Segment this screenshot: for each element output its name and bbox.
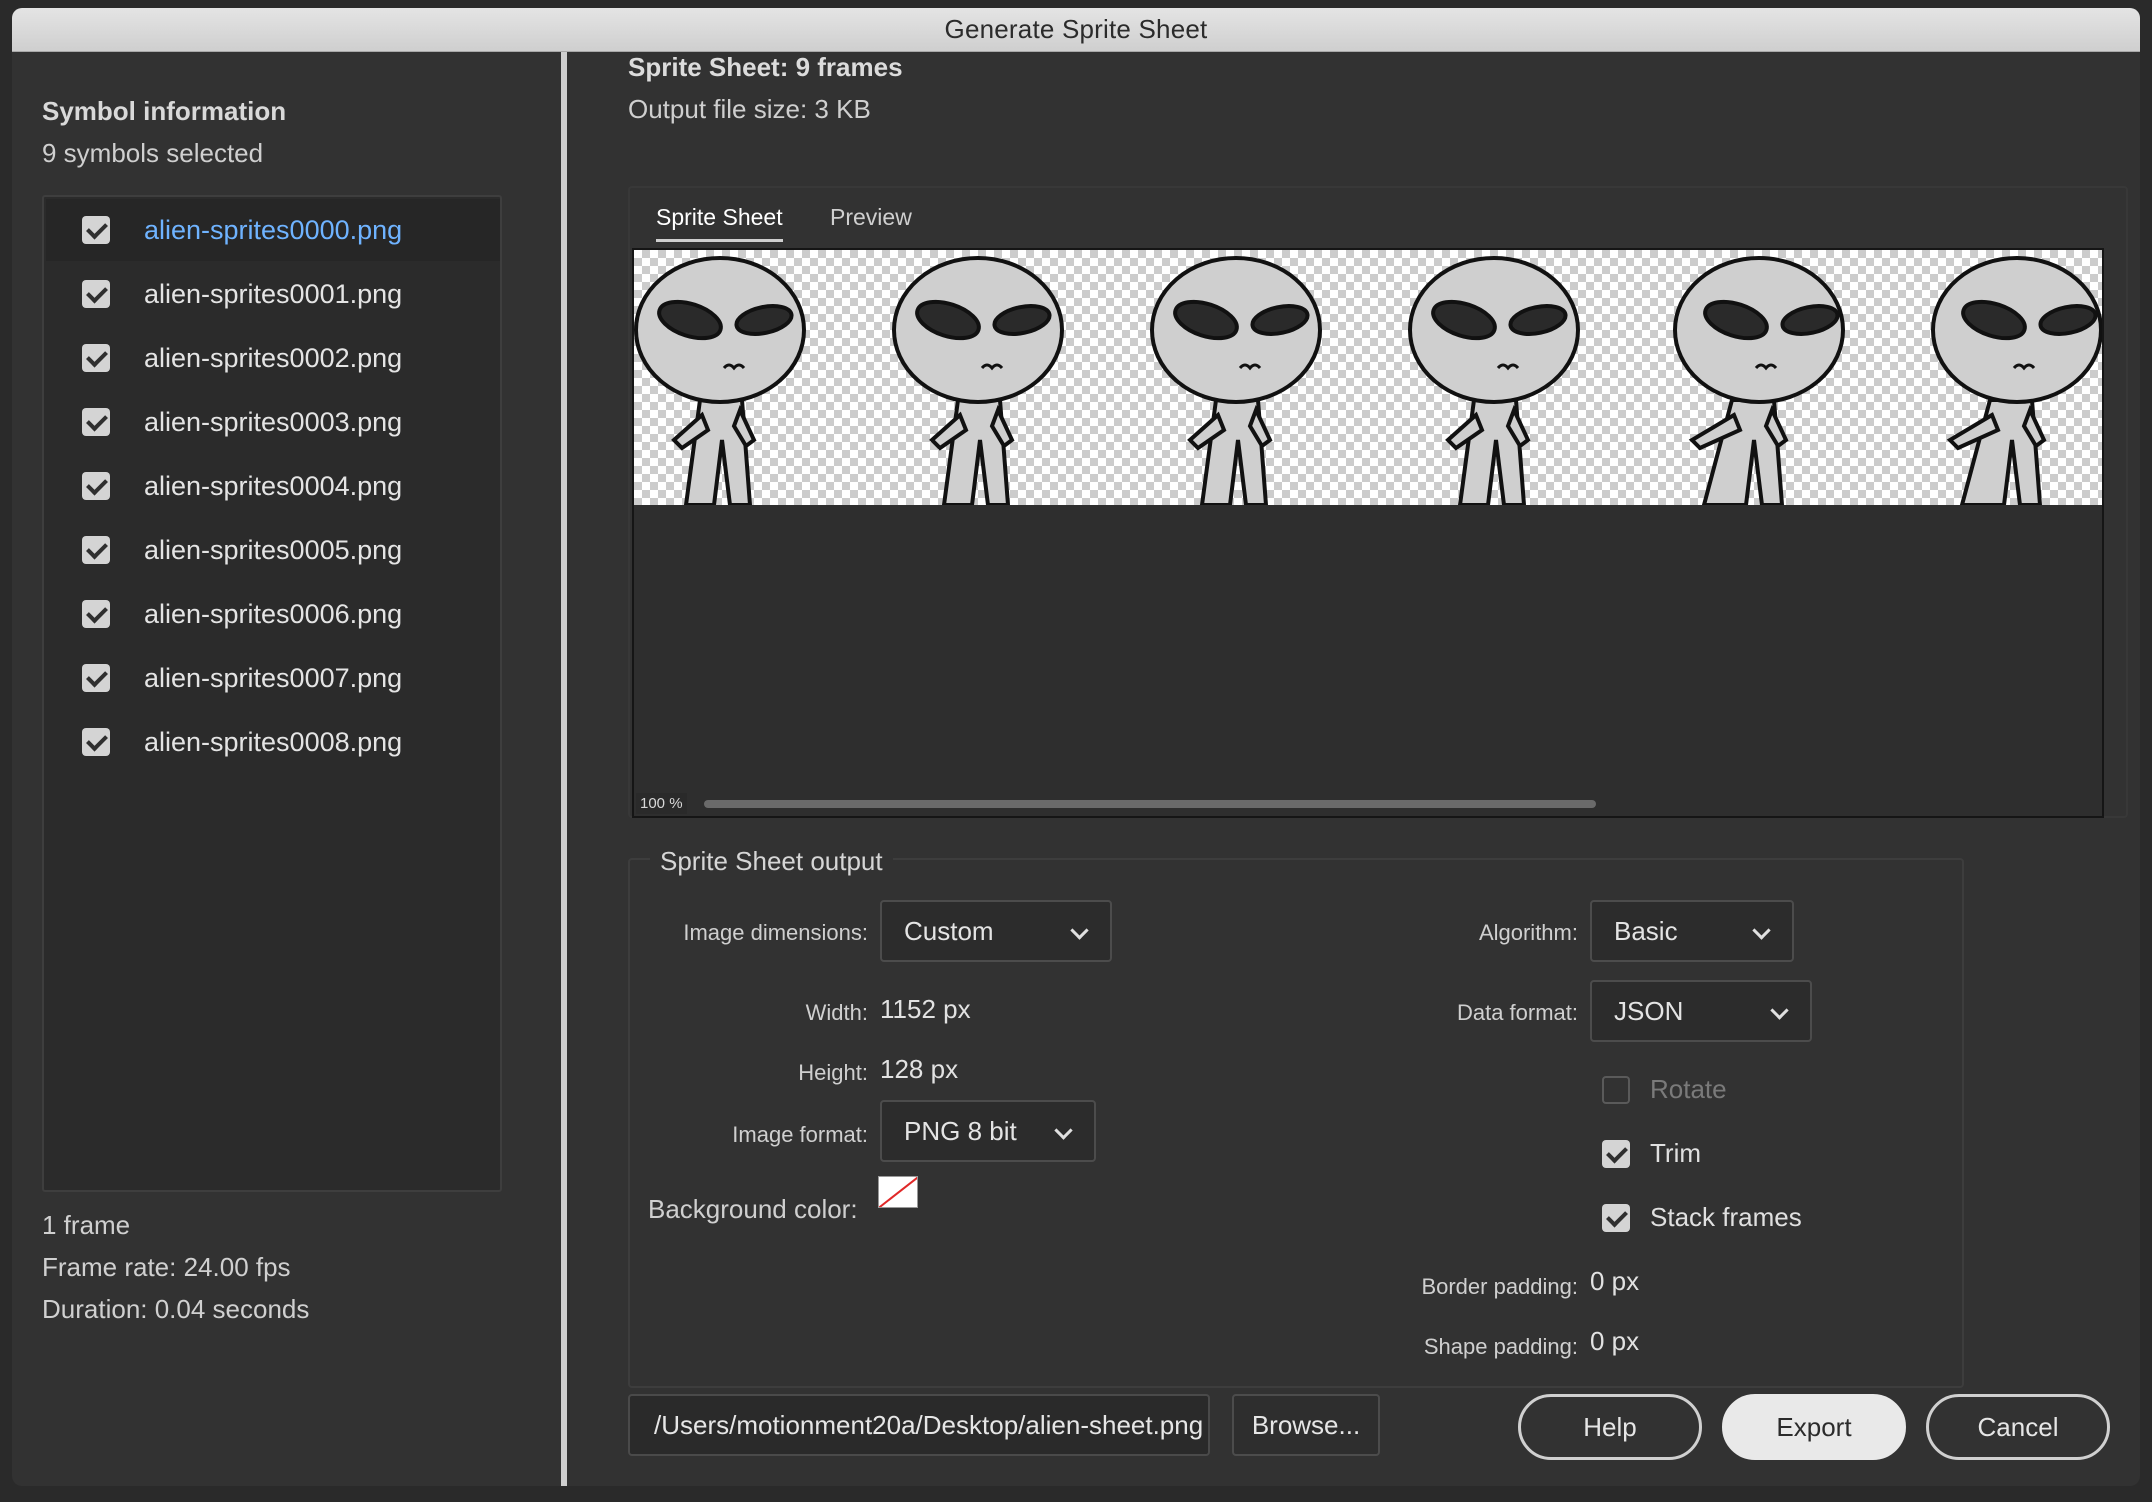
alien-sprite — [1150, 256, 1322, 507]
alien-sprite — [892, 256, 1064, 507]
chevron-down-icon — [1752, 921, 1771, 940]
symbol-filename: alien-sprites0004.png — [144, 470, 403, 501]
shape-padding-label: Shape padding: — [1423, 1334, 1578, 1359]
symbol-list-item[interactable]: alien-sprites0003.png — [46, 391, 500, 453]
symbol-filename: alien-sprites0001.png — [144, 278, 403, 309]
tab-preview[interactable]: Preview — [830, 204, 912, 239]
trim-option[interactable]: Trim — [1602, 1138, 1701, 1169]
height-label: Height: — [798, 1060, 868, 1085]
alien-sprite — [1931, 256, 2102, 507]
horizontal-scrollbar[interactable] — [704, 800, 1596, 808]
image-dimensions-value: Custom — [904, 915, 994, 946]
symbol-checkbox[interactable] — [82, 472, 110, 500]
panel-splitter[interactable] — [561, 52, 567, 1486]
trim-checkbox[interactable] — [1602, 1139, 1630, 1168]
width-label: Width: — [805, 1000, 868, 1025]
symbol-list-item[interactable]: alien-sprites0007.png — [46, 647, 500, 709]
symbol-filename: alien-sprites0000.png — [144, 214, 403, 245]
symbol-checkbox[interactable] — [82, 664, 110, 692]
alien-sprite — [634, 256, 806, 507]
symbol-checkbox[interactable] — [82, 600, 110, 628]
symbol-list-item[interactable]: alien-sprites0006.png — [46, 583, 500, 645]
frame-rate: Frame rate: 24.00 fps — [42, 1252, 291, 1282]
alien-sprite — [1673, 256, 1845, 507]
output-path-text: /Users/motionment20a/Desktop/alien-sheet… — [654, 1409, 1204, 1440]
dialog-window: Generate Sprite Sheet Symbol information… — [12, 8, 2140, 1486]
background-color-label: Background color: — [648, 1194, 858, 1224]
symbol-list-item[interactable]: alien-sprites0000.png — [46, 199, 500, 261]
symbol-list-item[interactable]: alien-sprites0005.png — [46, 519, 500, 581]
rotate-option[interactable]: Rotate — [1602, 1074, 1727, 1105]
symbol-info-title: Symbol information — [42, 96, 287, 126]
symbol-list-item[interactable]: alien-sprites0004.png — [46, 455, 500, 517]
output-group-title: Sprite Sheet output — [650, 846, 893, 877]
symbol-checkbox[interactable] — [82, 536, 110, 564]
alien-sprite — [1408, 256, 1580, 507]
symbol-panel: Symbol information 9 symbols selected al… — [12, 52, 560, 1486]
stack-frames-option[interactable]: Stack frames — [1602, 1202, 1802, 1233]
symbol-filename: alien-sprites0006.png — [144, 598, 403, 629]
symbol-checkbox[interactable] — [82, 344, 110, 372]
symbol-checkbox[interactable] — [82, 216, 110, 244]
symbol-list-item[interactable]: alien-sprites0008.png — [46, 711, 500, 773]
output-file-size: Output file size: 3 KB — [628, 94, 871, 124]
symbol-filename: alien-sprites0003.png — [144, 406, 403, 437]
data-format-label: Data format: — [1456, 1000, 1578, 1025]
rotate-label: Rotate — [1650, 1074, 1727, 1104]
sprite-sheet-image — [634, 250, 2102, 507]
symbol-list[interactable]: alien-sprites0000.png alien-sprites0001.p… — [42, 195, 502, 1192]
help-button[interactable]: Help — [1518, 1394, 1702, 1460]
width-value: 1152 px — [880, 994, 971, 1024]
stack-frames-checkbox[interactable] — [1602, 1203, 1630, 1232]
background-color-swatch[interactable] — [878, 1176, 918, 1208]
algorithm-dropdown[interactable]: Basic — [1590, 900, 1794, 962]
sprite-sheet-title: Sprite Sheet: 9 frames — [628, 52, 903, 82]
dialog-title: Generate Sprite Sheet — [944, 14, 1208, 44]
alien-sprites-preview — [634, 256, 2102, 507]
data-format-value: JSON — [1614, 995, 1684, 1026]
output-path-input[interactable]: /Users/motionment20a/Desktop/alien-sheet… — [628, 1394, 1210, 1456]
data-format-dropdown[interactable]: JSON — [1590, 980, 1812, 1042]
chevron-down-icon — [1070, 921, 1089, 940]
title-bar[interactable]: Generate Sprite Sheet — [12, 8, 2140, 52]
chevron-down-icon — [1770, 1001, 1789, 1020]
symbol-checkbox[interactable] — [82, 728, 110, 756]
algorithm-value: Basic — [1614, 915, 1678, 946]
image-format-label: Image format: — [732, 1122, 868, 1147]
symbol-filename: alien-sprites0007.png — [144, 662, 403, 693]
symbol-checkbox[interactable] — [82, 280, 110, 308]
duration: Duration: 0.04 seconds — [42, 1294, 310, 1324]
symbol-filename: alien-sprites0005.png — [144, 534, 403, 565]
symbol-list-item[interactable]: alien-sprites0001.png — [46, 263, 500, 325]
symbol-filename: alien-sprites0008.png — [144, 726, 403, 757]
zoom-level: 100 % — [636, 793, 687, 814]
border-padding-value: 0 px — [1590, 1266, 1640, 1296]
symbol-list-item[interactable]: alien-sprites0002.png — [46, 327, 500, 389]
tab-sprite-sheet[interactable]: Sprite Sheet — [656, 204, 783, 242]
sprite-sheet-canvas[interactable]: 100 % — [632, 248, 2104, 818]
image-dimensions-label: Image dimensions: — [683, 920, 868, 945]
browse-button[interactable]: Browse... — [1232, 1394, 1380, 1456]
cancel-button[interactable]: Cancel — [1926, 1394, 2110, 1460]
symbol-checkbox[interactable] — [82, 408, 110, 436]
frame-count: 1 frame — [42, 1210, 131, 1240]
image-format-value: PNG 8 bit — [904, 1115, 1017, 1146]
image-format-dropdown[interactable]: PNG 8 bit — [880, 1100, 1096, 1162]
algorithm-label: Algorithm: — [1478, 920, 1578, 945]
shape-padding-value: 0 px — [1590, 1326, 1640, 1356]
stack-frames-label: Stack frames — [1650, 1202, 1802, 1232]
height-value: 128 px — [880, 1054, 959, 1084]
image-dimensions-dropdown[interactable]: Custom — [880, 900, 1112, 962]
chevron-down-icon — [1054, 1121, 1073, 1140]
symbol-filename: alien-sprites0002.png — [144, 342, 403, 373]
export-button[interactable]: Export — [1722, 1394, 1906, 1460]
trim-label: Trim — [1650, 1138, 1702, 1168]
rotate-checkbox[interactable] — [1602, 1075, 1630, 1104]
symbols-selected-count: 9 symbols selected — [42, 138, 264, 168]
border-padding-label: Border padding: — [1421, 1274, 1578, 1299]
